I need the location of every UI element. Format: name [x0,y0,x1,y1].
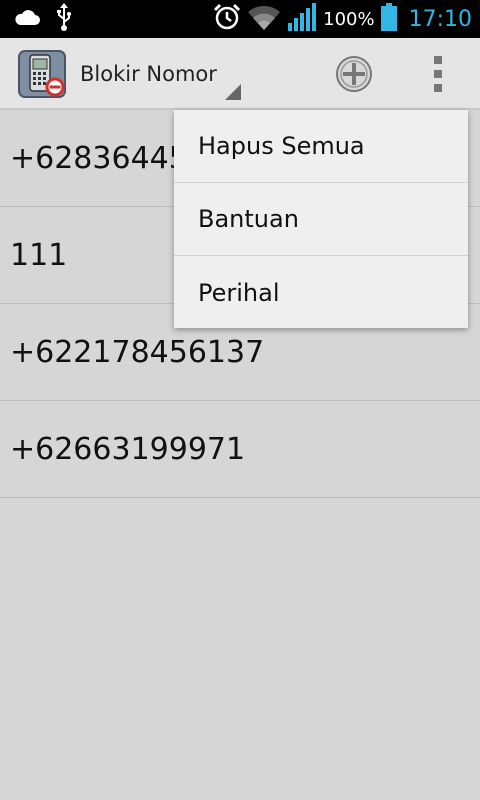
action-bar: Blokir Nomor [0,38,480,110]
battery-icon [380,3,397,35]
phone-block-icon[interactable] [18,50,66,98]
app-title[interactable]: Blokir Nomor [80,38,217,110]
alarm-clock-icon [213,3,241,35]
overflow-popup-menu: Hapus Semua Bantuan Perihal [174,110,468,328]
menu-item-bantuan[interactable]: Bantuan [174,183,468,256]
overflow-dot [434,84,442,92]
battery-percent: 100% [323,8,375,30]
list-item[interactable]: +62663199971 [0,401,480,498]
spinner-indicator-icon[interactable] [225,84,241,100]
status-bar-right: 100% 17:10 [213,0,472,38]
blocked-number: +62663199971 [10,431,246,467]
add-circle-icon[interactable] [334,54,374,94]
blocked-number: 111 [10,237,68,273]
wifi-icon [247,4,281,34]
status-bar: 100% 17:10 [0,0,480,38]
clock: 17:10 [408,6,472,32]
status-bar-left [14,0,72,38]
menu-item-hapus-semua[interactable]: Hapus Semua [174,110,468,183]
menu-item-perihal[interactable]: Perihal [174,256,468,329]
overflow-dot [434,70,442,78]
overflow-menu-icon[interactable] [418,52,458,96]
blocked-number: +62836445 [10,140,188,176]
overflow-dot [434,56,442,64]
signal-icon [287,3,317,35]
blocked-number: +622178456137 [10,334,265,370]
cloud-icon [14,8,40,30]
usb-icon [56,3,72,35]
